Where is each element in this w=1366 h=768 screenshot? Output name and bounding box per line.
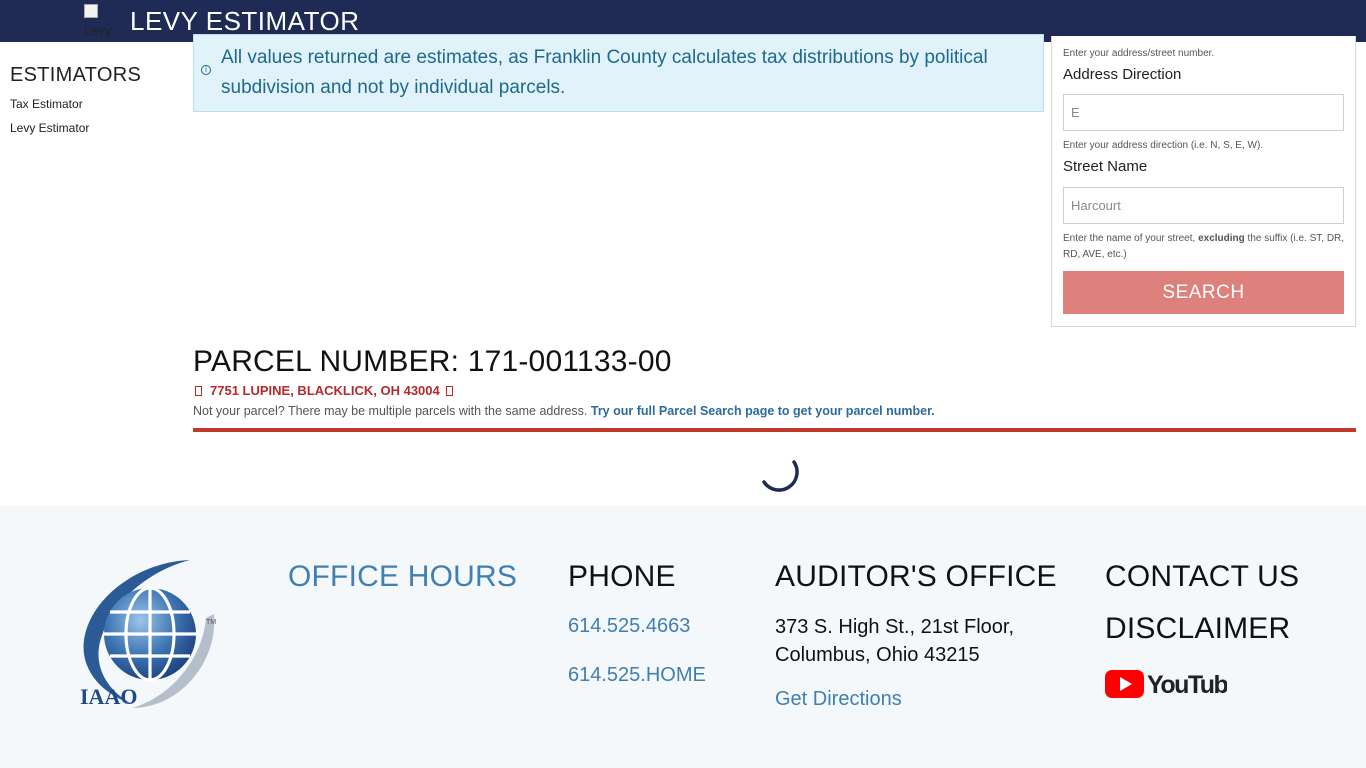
sidebar: ESTIMATORS Tax Estimator Levy Estimator: [10, 64, 180, 135]
sidebar-item-levy-estimator[interactable]: Levy Estimator: [10, 121, 180, 135]
street-name-hint-bold: excluding: [1198, 233, 1245, 244]
get-directions-link[interactable]: Get Directions: [775, 688, 902, 711]
parcel-note: Not your parcel? There may be multiple p…: [193, 404, 935, 418]
phone-link-1[interactable]: 614.525.4663: [568, 615, 690, 638]
spinner-icon: [762, 460, 799, 492]
street-name-hint: Enter the name of your street, excluding…: [1063, 231, 1345, 263]
parcel-address: 7751 LUPINE, BLACKLICK, OH 43004: [195, 383, 456, 398]
youtube-link[interactable]: YouTube: [1105, 669, 1227, 699]
youtube-wordmark: YouTube: [1147, 671, 1227, 699]
disclaimer-link[interactable]: DISCLAIMER: [1105, 612, 1290, 646]
auditor-office-heading: AUDITOR'S OFFICE: [775, 560, 1057, 593]
phone-link-2[interactable]: 614.525.HOME: [568, 664, 706, 687]
parcel-number-title: PARCEL NUMBER: 171-001133-00: [193, 345, 672, 378]
info-icon: i: [201, 65, 211, 75]
parcel-note-text: Not your parcel? There may be multiple p…: [193, 404, 591, 418]
office-hours-heading[interactable]: OFFICE HOURS: [288, 560, 517, 594]
contact-us-link[interactable]: CONTACT US: [1105, 560, 1299, 594]
info-alert: i All values returned are estimates, as …: [193, 34, 1044, 112]
street-name-input[interactable]: [1063, 187, 1344, 224]
section-divider: [193, 428, 1356, 432]
external-link-icon[interactable]: [445, 386, 453, 396]
iaao-logo-tm: TM: [206, 619, 216, 626]
parcel-search-link[interactable]: Try our full Parcel Search page to get y…: [591, 404, 935, 418]
address-direction-label: Address Direction: [1063, 66, 1182, 83]
sidebar-item-tax-estimator[interactable]: Tax Estimator: [10, 97, 180, 111]
parcel-address-text: 7751 LUPINE, BLACKLICK, OH 43004: [210, 383, 440, 398]
address-direction-hint: Enter your address direction (i.e. N, S,…: [1063, 140, 1264, 151]
iaao-logo-text: IAAO: [80, 684, 137, 709]
alert-text: All values returned are estimates, as Fr…: [221, 47, 988, 98]
phone-heading: PHONE: [568, 560, 676, 593]
address-search-panel: Enter your address/street number. Addres…: [1051, 36, 1356, 327]
logo-alt-text: Levy: [84, 23, 112, 38]
office-address-line2: Columbus, Ohio 43215: [775, 644, 980, 666]
search-button[interactable]: SEARCH: [1063, 271, 1344, 314]
sidebar-heading: ESTIMATORS: [10, 64, 142, 86]
broken-image-icon: [84, 4, 98, 18]
street-name-hint-text: Enter the name of your street,: [1063, 233, 1199, 244]
iaao-logo[interactable]: IAAO TM: [78, 558, 218, 712]
site-footer: IAAO TM OFFICE HOURS PHONE 614.525.4663 …: [0, 506, 1366, 768]
street-number-hint: Enter your address/street number.: [1063, 48, 1215, 59]
street-name-label: Street Name: [1063, 158, 1148, 175]
office-address-line1: 373 S. High St., 21st Floor,: [775, 616, 1015, 638]
address-direction-input[interactable]: [1063, 94, 1344, 131]
levy-logo[interactable]: Levy: [84, 4, 120, 38]
map-marker-icon: [195, 386, 202, 396]
app-title: LEVY ESTIMATOR: [130, 6, 360, 36]
